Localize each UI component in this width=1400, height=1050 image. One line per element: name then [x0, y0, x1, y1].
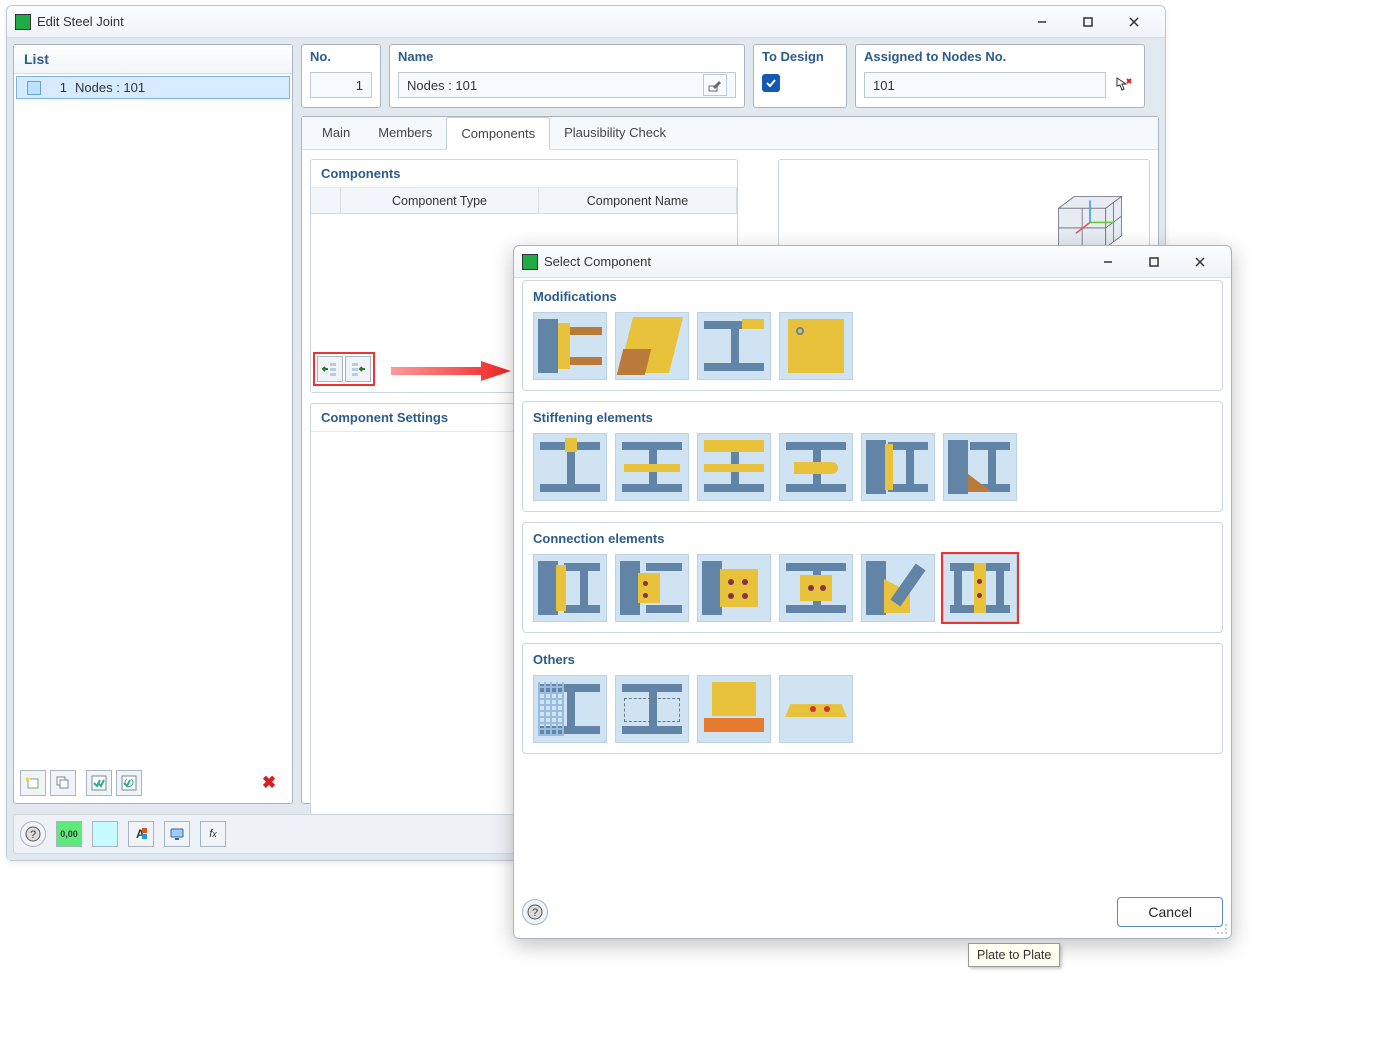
component-thumb[interactable] [533, 312, 607, 380]
list-panel: List 1 Nodes : 101 ✖ [13, 44, 293, 804]
category-title: Others [523, 644, 1222, 675]
units-button[interactable]: 0,00 [56, 821, 82, 847]
list-item[interactable]: 1 Nodes : 101 [16, 76, 290, 99]
svg-text:?: ? [30, 829, 36, 841]
col-num [311, 188, 341, 213]
name-field[interactable]: Nodes : 101 [398, 72, 736, 98]
component-thumb[interactable] [779, 433, 853, 501]
category-others: Others [522, 643, 1223, 754]
category-connection: Connection elements [522, 522, 1223, 633]
component-thumb[interactable] [697, 312, 771, 380]
component-thumb[interactable] [615, 433, 689, 501]
name-label: Name [390, 45, 744, 68]
component-thumb[interactable] [615, 312, 689, 380]
component-thumb[interactable] [533, 554, 607, 622]
new-item-button[interactable] [20, 770, 46, 796]
help-button[interactable]: ? [20, 821, 46, 847]
delete-item-button[interactable]: ✖ [256, 770, 282, 796]
app-icon [522, 254, 538, 270]
main-titlebar[interactable]: Edit Steel Joint [7, 6, 1165, 38]
category-title: Stiffening elements [523, 402, 1222, 433]
assigned-nodes-field[interactable]: 101 [864, 72, 1106, 98]
tab-plausibility[interactable]: Plausibility Check [550, 117, 680, 149]
close-button[interactable] [1177, 248, 1223, 276]
refresh-check-button[interactable] [116, 770, 142, 796]
todesign-checkbox[interactable] [762, 74, 780, 92]
main-title: Edit Steel Joint [37, 14, 124, 29]
list-item-num: 1 [51, 80, 67, 95]
edit-name-button[interactable] [703, 74, 727, 96]
component-thumb[interactable] [533, 433, 607, 501]
maximize-button[interactable] [1065, 8, 1111, 36]
font-color-button[interactable]: A [128, 821, 154, 847]
components-title: Components [311, 160, 737, 188]
list-header: List [14, 45, 292, 74]
component-thumb[interactable] [861, 554, 935, 622]
component-thumb[interactable] [697, 554, 771, 622]
list-toolbar: ✖ [20, 769, 286, 797]
close-button[interactable] [1111, 8, 1157, 36]
tab-components[interactable]: Components [446, 117, 550, 150]
copy-item-button[interactable] [50, 770, 76, 796]
list-item-text: Nodes : 101 [75, 80, 145, 95]
component-thumb[interactable] [779, 675, 853, 743]
maximize-button[interactable] [1131, 248, 1177, 276]
component-thumb[interactable] [861, 433, 935, 501]
no-group: No. 1 [301, 44, 381, 108]
no-label: No. [302, 45, 380, 68]
component-thumb[interactable] [943, 433, 1017, 501]
category-modifications: Modifications [522, 280, 1223, 391]
select-footer: ? Cancel [522, 894, 1223, 930]
tab-members[interactable]: Members [364, 117, 446, 149]
tab-strip: Main Members Components Plausibility Che… [302, 117, 1158, 150]
annotation-arrow-icon [391, 360, 511, 382]
col-name: Component Name [539, 188, 737, 213]
todesign-group: To Design [753, 44, 847, 108]
todesign-label: To Design [754, 45, 846, 68]
tab-main[interactable]: Main [308, 117, 364, 149]
insert-component-button[interactable] [345, 356, 371, 382]
component-thumb-plate-to-plate[interactable] [943, 554, 1017, 622]
tooltip-plate-to-plate: Plate to Plate [968, 943, 1060, 967]
fx-button[interactable]: fx [200, 821, 226, 847]
col-type: Component Type [341, 188, 539, 213]
color-button[interactable] [92, 821, 118, 847]
component-thumb[interactable] [779, 312, 853, 380]
component-thumb[interactable] [697, 675, 771, 743]
no-field[interactable]: 1 [310, 72, 372, 98]
category-stiffening: Stiffening elements [522, 401, 1223, 512]
component-thumb[interactable] [697, 433, 771, 501]
check-all-button[interactable] [86, 770, 112, 796]
category-title: Modifications [523, 281, 1222, 312]
name-group: Name Nodes : 101 [389, 44, 745, 108]
cancel-button[interactable]: Cancel [1117, 897, 1223, 927]
select-title: Select Component [544, 254, 651, 269]
component-thumb[interactable] [779, 554, 853, 622]
minimize-button[interactable] [1019, 8, 1065, 36]
components-table-header: Component Type Component Name [311, 188, 737, 214]
help-button[interactable]: ? [522, 899, 548, 925]
category-title: Connection elements [523, 523, 1222, 554]
component-thumb[interactable] [533, 675, 607, 743]
assigned-label: Assigned to Nodes No. [856, 45, 1144, 68]
assigned-nodes-group: Assigned to Nodes No. 101 [855, 44, 1145, 108]
pick-nodes-button[interactable] [1112, 74, 1136, 96]
add-remove-toolbar [313, 352, 375, 386]
svg-text:?: ? [532, 907, 538, 919]
add-component-button[interactable] [317, 356, 343, 382]
list-color-swatch [27, 81, 41, 95]
component-thumb[interactable] [615, 675, 689, 743]
resize-grip-icon[interactable] [1215, 922, 1229, 936]
app-icon [15, 14, 31, 30]
select-component-dialog: Select Component Modifications [513, 245, 1232, 939]
select-titlebar[interactable]: Select Component [514, 246, 1231, 278]
component-thumb[interactable] [615, 554, 689, 622]
display-button[interactable] [164, 821, 190, 847]
minimize-button[interactable] [1085, 248, 1131, 276]
